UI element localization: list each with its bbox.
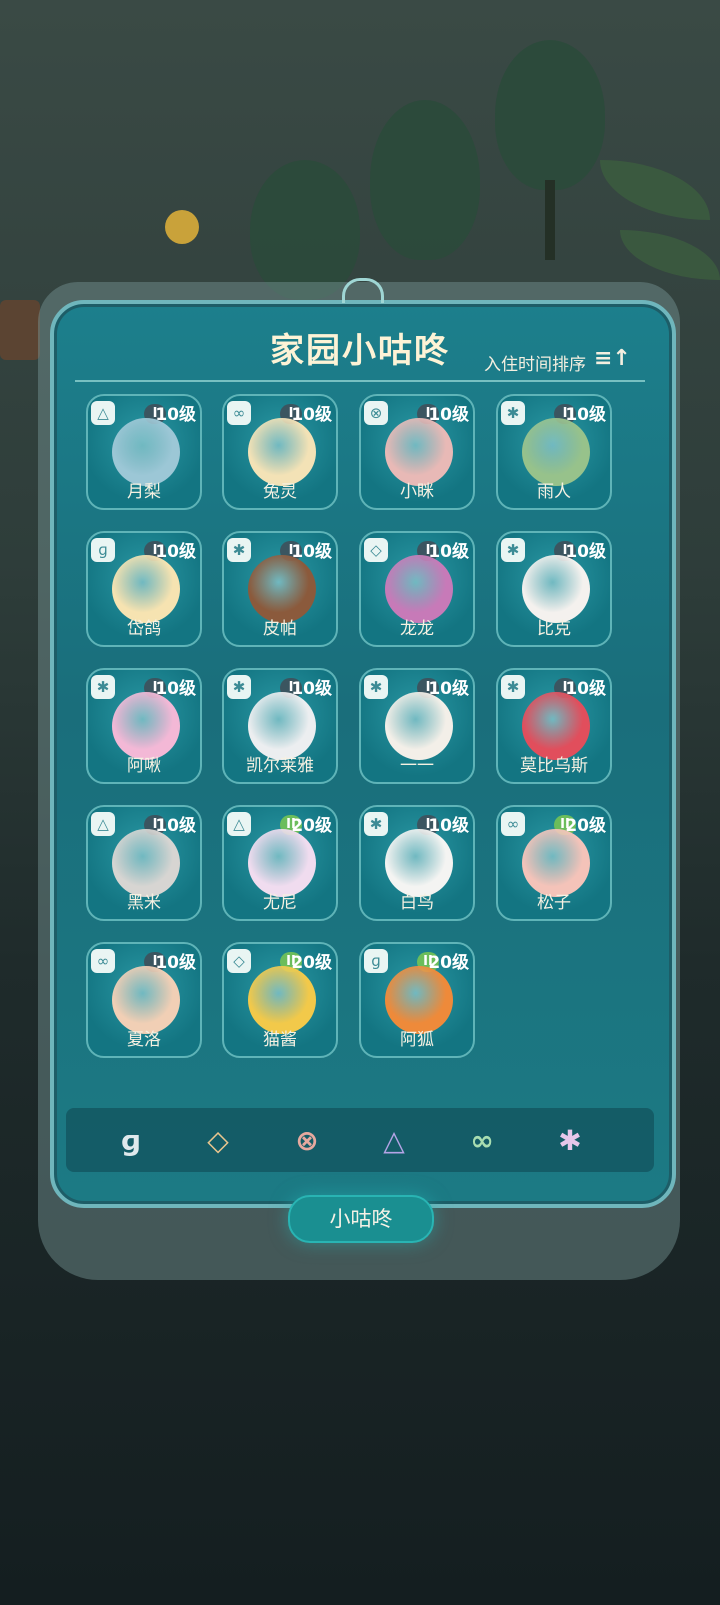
clef-icon: ɡ <box>364 949 388 973</box>
pet-card[interactable]: ✱ I 10级 雨人 <box>496 394 612 510</box>
pet-avatar <box>248 966 316 1034</box>
eye-icon[interactable]: ◇ <box>195 1118 241 1164</box>
background-flower <box>165 210 199 244</box>
pet-avatar <box>112 692 180 760</box>
pet-card[interactable]: △ I 10级 黑米 <box>86 805 202 921</box>
triangle-icon[interactable]: △ <box>371 1118 417 1164</box>
triangle-icon: △ <box>91 812 115 836</box>
background-tree <box>370 100 480 260</box>
pet-card[interactable]: ◇ II 20级 猫酱 <box>222 942 338 1058</box>
eye-icon: ◇ <box>364 538 388 562</box>
pet-avatar <box>248 555 316 623</box>
pet-avatar <box>248 418 316 486</box>
pet-name: 阿啾 <box>127 756 161 776</box>
pet-avatar <box>112 555 180 623</box>
pet-avatar <box>112 418 180 486</box>
clef-icon[interactable]: ɡ <box>108 1118 154 1164</box>
pet-card[interactable]: △ II 20级 尤尼 <box>222 805 338 921</box>
pet-card[interactable]: ∞ I 10级 夏洛 <box>86 942 202 1058</box>
triangle-icon: △ <box>91 401 115 425</box>
pet-card[interactable]: ◇ I 10级 龙龙 <box>359 531 475 647</box>
pet-name: 松子 <box>537 893 571 913</box>
pet-avatar <box>385 966 453 1034</box>
background-leaf <box>620 230 720 280</box>
pet-avatar <box>112 966 180 1034</box>
pet-avatar <box>385 418 453 486</box>
panel-crown-ornament <box>342 278 384 303</box>
rune-icon: ✱ <box>501 675 525 699</box>
pet-card[interactable]: ✱ I 10级 阿啾 <box>86 668 202 784</box>
rune-icon: ✱ <box>364 812 388 836</box>
pet-avatar <box>248 829 316 897</box>
clef-icon: ɡ <box>91 538 115 562</box>
pet-name: 皮帕 <box>263 619 297 639</box>
rune-icon: ✱ <box>91 675 115 699</box>
rune-icon: ✱ <box>227 538 251 562</box>
pet-card[interactable]: ɡ I 10级 岱鸽 <box>86 531 202 647</box>
pet-avatar <box>522 555 590 623</box>
pet-name: 猫酱 <box>263 1030 297 1050</box>
pet-name: 兔灵 <box>263 482 297 502</box>
infinity-icon[interactable]: ∞ <box>459 1118 505 1164</box>
pet-name: 比克 <box>537 619 571 639</box>
pet-name: 龙龙 <box>400 619 434 639</box>
background-tree <box>495 40 605 190</box>
pet-card[interactable]: ∞ I 10级 兔灵 <box>222 394 338 510</box>
rune-icon: ✱ <box>501 401 525 425</box>
chain-icon[interactable]: ⊗ <box>284 1118 330 1164</box>
background-tree <box>250 160 360 300</box>
infinity-icon: ∞ <box>91 949 115 973</box>
pet-tab-button[interactable]: 小咕咚 <box>288 1195 434 1243</box>
pet-card[interactable]: ∞ II 20级 松子 <box>496 805 612 921</box>
pet-avatar <box>522 692 590 760</box>
sort-order-icon[interactable]: ≡↑ <box>594 346 631 371</box>
background-leaf <box>600 160 710 220</box>
background-trunk <box>545 180 555 260</box>
rune-icon: ✱ <box>227 675 251 699</box>
sort-button-label[interactable]: 入住时间排序 <box>484 350 586 375</box>
triangle-icon: △ <box>227 812 251 836</box>
pet-avatar <box>248 692 316 760</box>
pet-name: 岱鸽 <box>127 619 161 639</box>
rune-icon[interactable]: ✱ <box>547 1118 593 1164</box>
pet-card[interactable]: ✱ I 10级 比克 <box>496 531 612 647</box>
pet-avatar <box>385 555 453 623</box>
pet-name: 月梨 <box>127 482 161 502</box>
pet-card[interactable]: ✱ I 10级 莫比乌斯 <box>496 668 612 784</box>
pet-name: 凯尔莱雅 <box>246 756 314 776</box>
pet-card[interactable]: ɡ II 20级 阿狐 <box>359 942 475 1058</box>
infinity-icon: ∞ <box>501 812 525 836</box>
pet-name: 黑米 <box>127 893 161 913</box>
title-divider <box>75 380 645 382</box>
pet-avatar <box>522 829 590 897</box>
pet-avatar <box>385 829 453 897</box>
chain-icon: ⊗ <box>364 401 388 425</box>
infinity-icon: ∞ <box>227 401 251 425</box>
pet-avatar <box>385 692 453 760</box>
pet-name: 一一 <box>400 756 434 776</box>
pet-avatar <box>522 418 590 486</box>
pet-avatar <box>112 829 180 897</box>
rune-icon: ✱ <box>501 538 525 562</box>
pet-name: 尤尼 <box>263 893 297 913</box>
pet-name: 小眯 <box>400 482 434 502</box>
pet-name: 阿狐 <box>400 1030 434 1050</box>
pet-card[interactable]: ✱ I 10级 皮帕 <box>222 531 338 647</box>
pet-card[interactable]: ✱ I 10级 一一 <box>359 668 475 784</box>
pet-name: 白鸟 <box>400 893 434 913</box>
pet-card[interactable]: ✱ I 10级 白鸟 <box>359 805 475 921</box>
eye-icon: ◇ <box>227 949 251 973</box>
background-signpost <box>0 300 40 360</box>
pet-card[interactable]: ✱ I 10级 凯尔莱雅 <box>222 668 338 784</box>
pet-name: 雨人 <box>537 482 571 502</box>
pet-name: 莫比乌斯 <box>520 756 588 776</box>
pet-name: 夏洛 <box>127 1030 161 1050</box>
rune-icon: ✱ <box>364 675 388 699</box>
pet-card[interactable]: △ I 10级 月梨 <box>86 394 202 510</box>
page-title: 家园小咕咚 <box>270 331 450 371</box>
pet-card[interactable]: ⊗ I 10级 小眯 <box>359 394 475 510</box>
